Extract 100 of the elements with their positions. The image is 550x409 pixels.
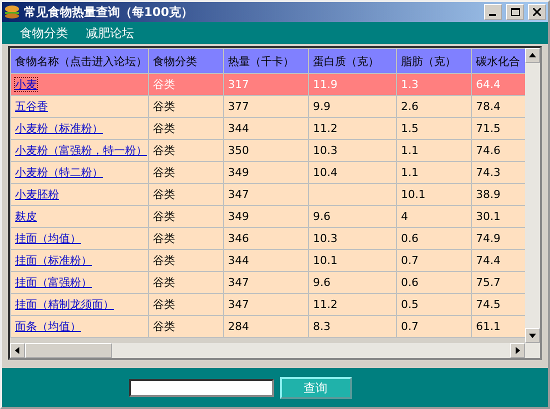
table-cell: 38.9 xyxy=(472,184,525,206)
table-cell: 谷类 xyxy=(148,316,224,338)
table-cell: 74.9 xyxy=(472,228,525,250)
table-cell: 0.7 xyxy=(396,316,472,338)
food-link[interactable]: 小麦粉（富强粉，特一粉） xyxy=(15,144,147,157)
scroll-thumb[interactable] xyxy=(25,343,112,358)
table-cell: 0.5 xyxy=(396,294,472,316)
table-cell: 64.4 xyxy=(472,74,525,96)
menu-item[interactable]: 食物分类 xyxy=(20,24,68,42)
table-cell: 1.1 xyxy=(396,162,472,184)
table-cell: 350 xyxy=(224,140,308,162)
table-cell: 0.6 xyxy=(396,272,472,294)
table-row[interactable]: 麸皮 谷类 349 9.6 4 30.1 xyxy=(10,206,525,228)
table-cell: 61.1 xyxy=(472,316,525,338)
column-header[interactable]: 碳水化合 xyxy=(472,48,525,74)
table-cell: 9.6 xyxy=(308,272,396,294)
table-cell: 347 xyxy=(224,272,308,294)
table-cell: 1.5 xyxy=(396,118,472,140)
up-arrow-icon xyxy=(529,52,536,59)
table-row[interactable]: 小麦胚粉 谷类 347 10.1 38.9 xyxy=(10,184,525,206)
table-cell: 74.3 xyxy=(472,162,525,184)
maximize-button[interactable] xyxy=(506,4,524,20)
table-cell: 75.7 xyxy=(472,272,525,294)
table-cell: 11.2 xyxy=(308,294,396,316)
table-cell: 11.2 xyxy=(308,118,396,140)
table-cell: 78.4 xyxy=(472,96,525,118)
food-link[interactable]: 面条（均值） xyxy=(15,320,81,333)
table-cell: 1.3 xyxy=(396,74,472,96)
table-row[interactable]: 小麦粉（标准粉） 谷类 344 11.2 1.5 71.5 xyxy=(10,118,525,140)
food-link[interactable]: 麸皮 xyxy=(15,210,37,223)
scroll-down-button[interactable] xyxy=(525,328,540,343)
table-cell: 377 xyxy=(224,96,308,118)
food-link[interactable]: 挂面（富强粉） xyxy=(15,276,92,289)
close-icon xyxy=(533,8,541,16)
food-link[interactable]: 挂面（标准粉） xyxy=(15,254,92,267)
table-cell: 317 xyxy=(224,74,308,96)
table-cell: 谷类 xyxy=(148,184,224,206)
table-cell: 30.1 xyxy=(472,206,525,228)
table-row[interactable]: 五谷香 谷类 377 9.9 2.6 78.4 xyxy=(10,96,525,118)
food-link[interactable]: 小麦胚粉 xyxy=(15,188,59,201)
table-cell: 349 xyxy=(224,162,308,184)
table-cell: 74.4 xyxy=(472,250,525,272)
table-row[interactable]: 挂面（标准粉） 谷类 344 10.1 0.7 74.4 xyxy=(10,250,525,272)
table-cell: 谷类 xyxy=(148,118,224,140)
table-cell: 谷类 xyxy=(148,140,224,162)
food-link[interactable]: 小麦粉（特二粉） xyxy=(15,166,103,179)
left-arrow-icon xyxy=(14,347,21,354)
table-row[interactable]: 小麦粉（富强粉，特一粉） 谷类 350 10.3 1.1 74.6 xyxy=(10,140,525,162)
table-row[interactable]: 小麦粉（特二粉） 谷类 349 10.4 1.1 74.3 xyxy=(10,162,525,184)
table-cell: 9.6 xyxy=(308,206,396,228)
table-cell: 1.1 xyxy=(396,140,472,162)
scroll-left-button[interactable] xyxy=(10,343,25,358)
column-header[interactable]: 食物分类 xyxy=(148,48,224,74)
table-cell: 349 xyxy=(224,206,308,228)
food-link[interactable]: 五谷香 xyxy=(15,100,48,113)
table-cell: 谷类 xyxy=(148,294,224,316)
column-header[interactable]: 食物名称（点击进入论坛） xyxy=(10,48,148,74)
table-cell: 2.6 xyxy=(396,96,472,118)
table-cell: 4 xyxy=(396,206,472,228)
table-cell: 9.9 xyxy=(308,96,396,118)
vertical-scrollbar[interactable] xyxy=(525,48,540,343)
right-arrow-icon xyxy=(514,347,521,354)
column-header[interactable]: 热量（千卡） xyxy=(224,48,308,74)
table-cell: 谷类 xyxy=(148,96,224,118)
table-row[interactable]: 挂面（均值） 谷类 346 10.3 0.6 74.9 xyxy=(10,228,525,250)
food-link[interactable]: 挂面（均值） xyxy=(15,232,81,245)
menu-item[interactable]: 减肥论坛 xyxy=(86,24,134,42)
window-title: 常见食物热量查询（每100克） xyxy=(24,4,194,20)
horizontal-scrollbar[interactable] xyxy=(10,343,540,358)
table-cell: 谷类 xyxy=(148,272,224,294)
burger-icon xyxy=(4,5,20,19)
search-field[interactable] xyxy=(128,378,274,396)
column-header[interactable]: 蛋白质（克） xyxy=(308,48,396,74)
scroll-up-button[interactable] xyxy=(525,48,540,63)
table-cell: 谷类 xyxy=(148,250,224,272)
table-cell: 10.4 xyxy=(308,162,396,184)
table-cell: 谷类 xyxy=(148,206,224,228)
table-cell: 0.6 xyxy=(396,228,472,250)
scroll-right-button[interactable] xyxy=(510,343,525,358)
table-cell: 344 xyxy=(224,118,308,140)
table-cell: 10.1 xyxy=(308,250,396,272)
minimize-button[interactable] xyxy=(484,4,502,20)
maximize-icon xyxy=(510,8,520,16)
table-cell: 74.5 xyxy=(472,294,525,316)
table-cell: 10.1 xyxy=(396,184,472,206)
table-cell: 284 xyxy=(224,316,308,338)
close-button[interactable] xyxy=(528,4,546,20)
column-header[interactable]: 脂肪（克） xyxy=(396,48,472,74)
table-cell: 74.6 xyxy=(472,140,525,162)
table-cell: 10.3 xyxy=(308,228,396,250)
table-cell: 0.7 xyxy=(396,250,472,272)
food-link[interactable]: 挂面（精制龙须面） xyxy=(15,298,114,311)
table-row[interactable]: 小麦 谷类 317 11.9 1.3 64.4 xyxy=(10,74,525,96)
table-row[interactable]: 挂面（富强粉） 谷类 347 9.6 0.6 75.7 xyxy=(10,272,525,294)
table-row[interactable]: 挂面（精制龙须面） 谷类 347 11.2 0.5 74.5 xyxy=(10,294,525,316)
table-row[interactable]: 面条（均值） 谷类 284 8.3 0.7 61.1 xyxy=(10,316,525,338)
table-cell: 344 xyxy=(224,250,308,272)
food-link[interactable]: 小麦粉（标准粉） xyxy=(15,122,103,135)
table-cell: 谷类 xyxy=(148,162,224,184)
food-link[interactable]: 小麦 xyxy=(15,78,37,91)
